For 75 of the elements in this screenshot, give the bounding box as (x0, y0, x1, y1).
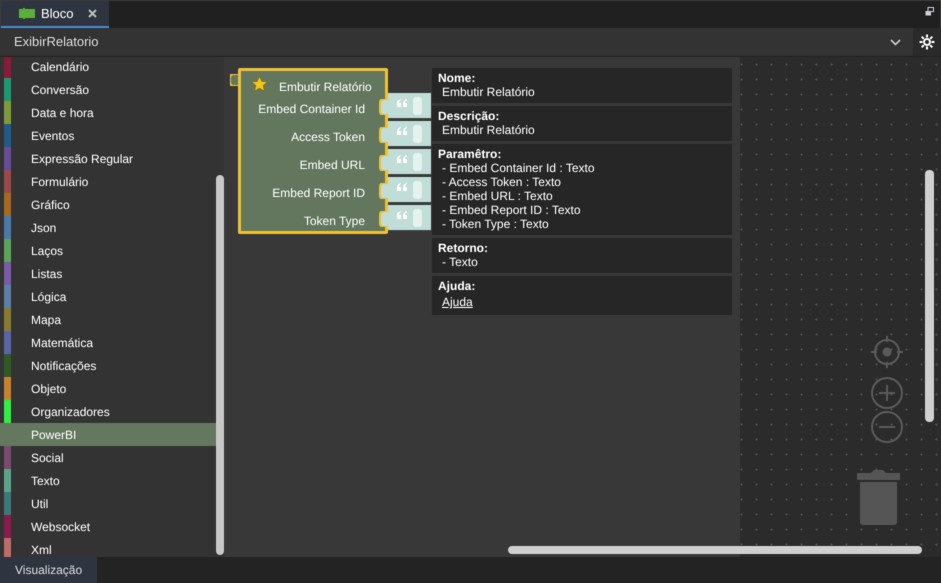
chevron-icon (890, 38, 901, 46)
quote-icon (397, 127, 408, 135)
category-item[interactable]: Data e hora (0, 101, 216, 124)
info-heading: Descrição: (438, 109, 500, 123)
category-item[interactable]: Organizadores (0, 400, 216, 423)
star-icon (251, 76, 268, 92)
block-title: Embutir Relatório (279, 79, 372, 96)
input-socket-icon (379, 99, 388, 115)
info-heading: Ajuda: (438, 279, 476, 293)
category-item[interactable]: Formulário (0, 170, 216, 193)
category-item[interactable]: Calendário (0, 57, 216, 78)
input-label: Embed Report ID (272, 185, 365, 202)
info-text: - Access Token : Texto (441, 175, 562, 189)
category-item[interactable]: Social (0, 446, 216, 469)
text-field[interactable] (413, 97, 422, 115)
category-item[interactable]: Gráfico (0, 193, 216, 216)
category-item[interactable]: Json (0, 216, 216, 239)
text-field[interactable] (413, 181, 422, 199)
category-item[interactable]: Notificações (0, 354, 216, 377)
category-item[interactable]: Mapa (0, 308, 216, 331)
settings-icon (919, 34, 935, 50)
text-field[interactable] (413, 153, 422, 171)
category-item[interactable]: Expressão Regular (0, 147, 216, 170)
zoom-in-icon[interactable] (871, 377, 903, 409)
connector-notch-icon (230, 74, 238, 86)
input-socket-icon (379, 211, 388, 227)
quote-icon (397, 99, 408, 107)
input-label: Embed Container Id (258, 101, 365, 118)
input-socket-icon (379, 155, 388, 171)
block-icon (19, 8, 35, 19)
info-heading: Retorno: (438, 241, 489, 255)
category-item[interactable]: Listas (0, 262, 216, 285)
help-link[interactable]: Ajuda (438, 295, 473, 309)
recenter-icon[interactable] (871, 336, 903, 368)
quote-icon (397, 211, 408, 219)
close-icon[interactable] (88, 9, 97, 18)
info-text: - Embed Container Id : Texto (441, 161, 596, 175)
bottom-tab[interactable]: Visualização (0, 557, 98, 583)
category-item[interactable]: Xml (0, 538, 216, 557)
info-heading: Paramêtro: (438, 147, 502, 161)
category-item[interactable]: Conversão (0, 78, 216, 101)
category-item[interactable]: Objeto (0, 377, 216, 400)
category-item[interactable]: Util (0, 492, 216, 515)
input-label: Embed URL (300, 157, 365, 174)
info-text: Embutir Relatório (441, 85, 536, 99)
info-text: - Texto (441, 255, 479, 269)
info-text: - Embed URL : Texto (441, 189, 554, 203)
input-label: Access Token (291, 129, 365, 146)
quote-icon (397, 155, 408, 163)
input-socket-icon (379, 183, 388, 199)
category-item[interactable]: Eventos (0, 124, 216, 147)
scrollbar-thumb[interactable] (508, 546, 922, 554)
trash-icon[interactable] (857, 469, 900, 525)
category-item[interactable]: Lógica (0, 285, 216, 308)
block-body[interactable]: Embutir Relatório Embed Container Id Access Token Embed URL Embed Report ID Token Type (238, 68, 388, 234)
scrollbar-thumb[interactable] (216, 175, 224, 555)
category-item[interactable]: Texto (0, 469, 216, 492)
zoom-out-icon[interactable] (871, 411, 903, 443)
category-item[interactable]: Laços (0, 239, 216, 262)
settings-button[interactable] (913, 28, 941, 56)
input-label: Token Type (304, 213, 365, 230)
category-item[interactable]: Websocket (0, 515, 216, 538)
category-item[interactable]: PowerBI (0, 423, 216, 446)
scrollbar-thumb[interactable] (925, 170, 934, 422)
input-socket-icon (379, 127, 388, 143)
text-field[interactable] (413, 125, 422, 143)
quote-icon (397, 183, 408, 191)
info-text: - Token Type : Texto (441, 217, 550, 231)
text-field[interactable] (413, 209, 422, 227)
info-text: - Embed Report ID : Texto (441, 203, 582, 217)
category-item[interactable]: Matemática (0, 331, 216, 354)
info-text: Embutir Relatório (441, 123, 536, 137)
editor-tab[interactable]: Bloco (1, 1, 109, 28)
info-heading: Nome: (438, 71, 476, 85)
restore-icon[interactable] (925, 7, 934, 16)
